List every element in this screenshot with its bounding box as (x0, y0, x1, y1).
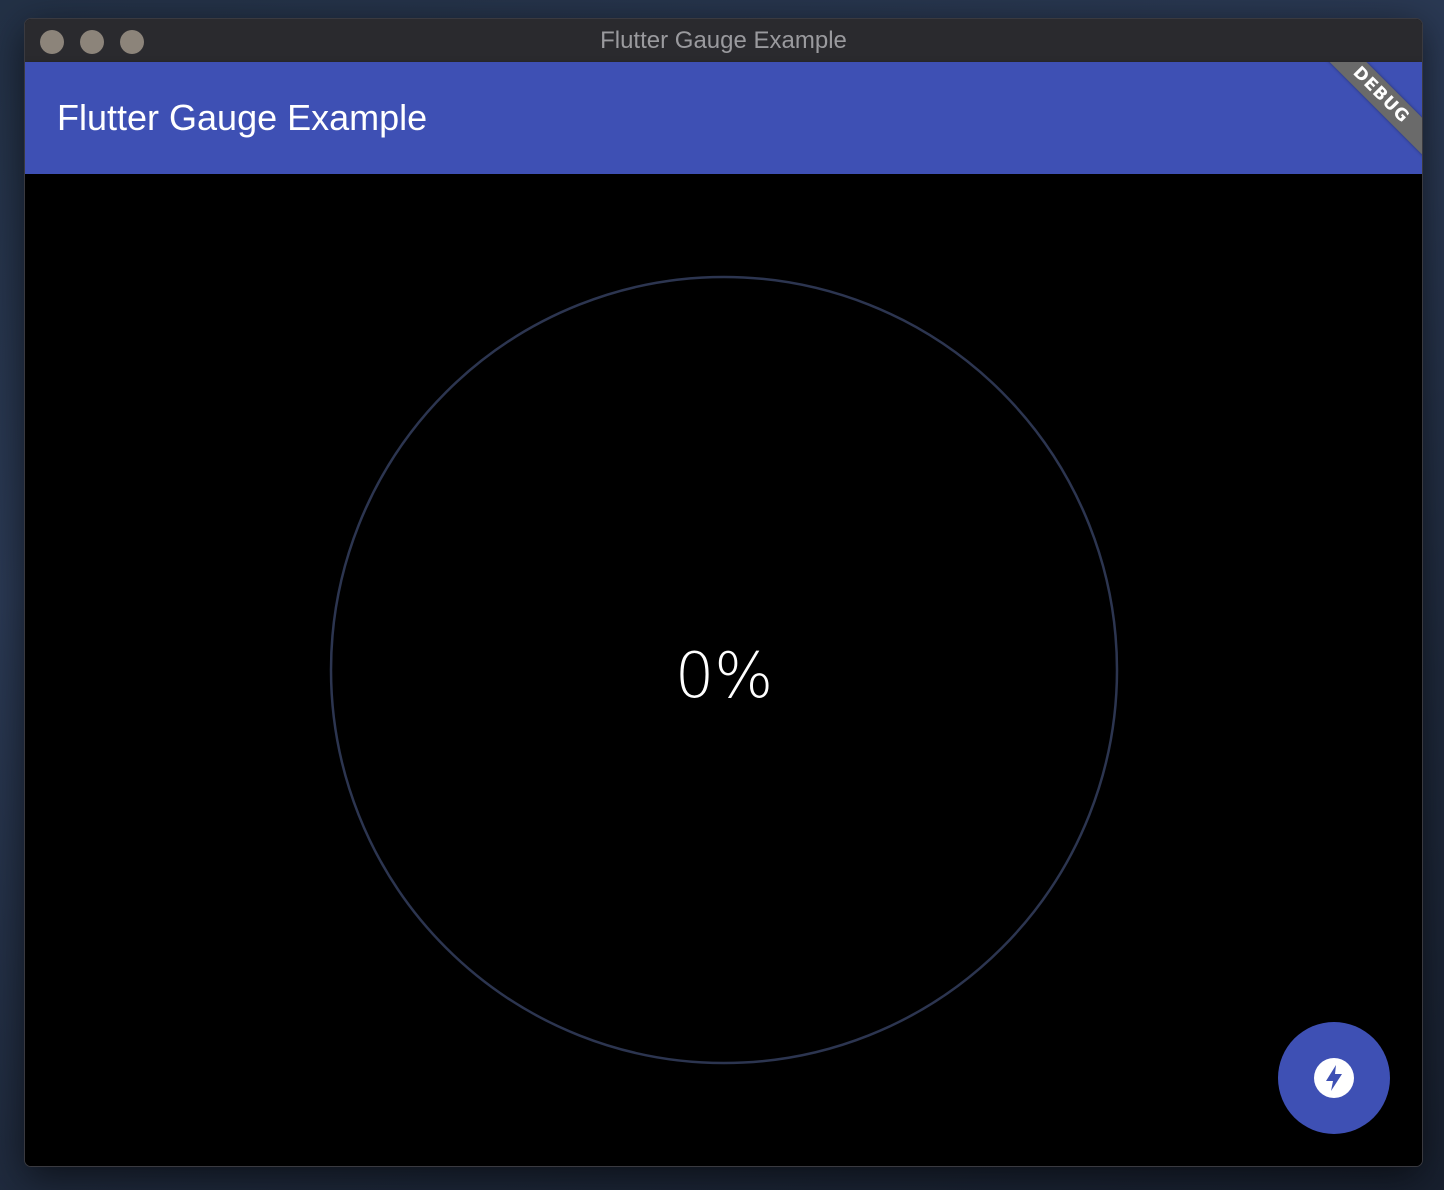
window-titlebar[interactable]: Flutter Gauge Example (25, 19, 1422, 63)
flash-fab-button[interactable] (1278, 1022, 1390, 1134)
debug-banner: DEBUG (1311, 62, 1422, 165)
app-window: Flutter Gauge Example Flutter Gauge Exam… (24, 18, 1423, 1167)
app-bar-title: Flutter Gauge Example (57, 97, 428, 138)
main-content: 0% (25, 174, 1422, 1166)
app-bar: Flutter Gauge Example DEBUG (25, 62, 1422, 174)
flash-on-icon (1314, 1058, 1354, 1098)
window-title: Flutter Gauge Example (600, 27, 847, 54)
gauge: 0% (329, 275, 1119, 1065)
gauge-value-label: 0% (674, 638, 774, 712)
